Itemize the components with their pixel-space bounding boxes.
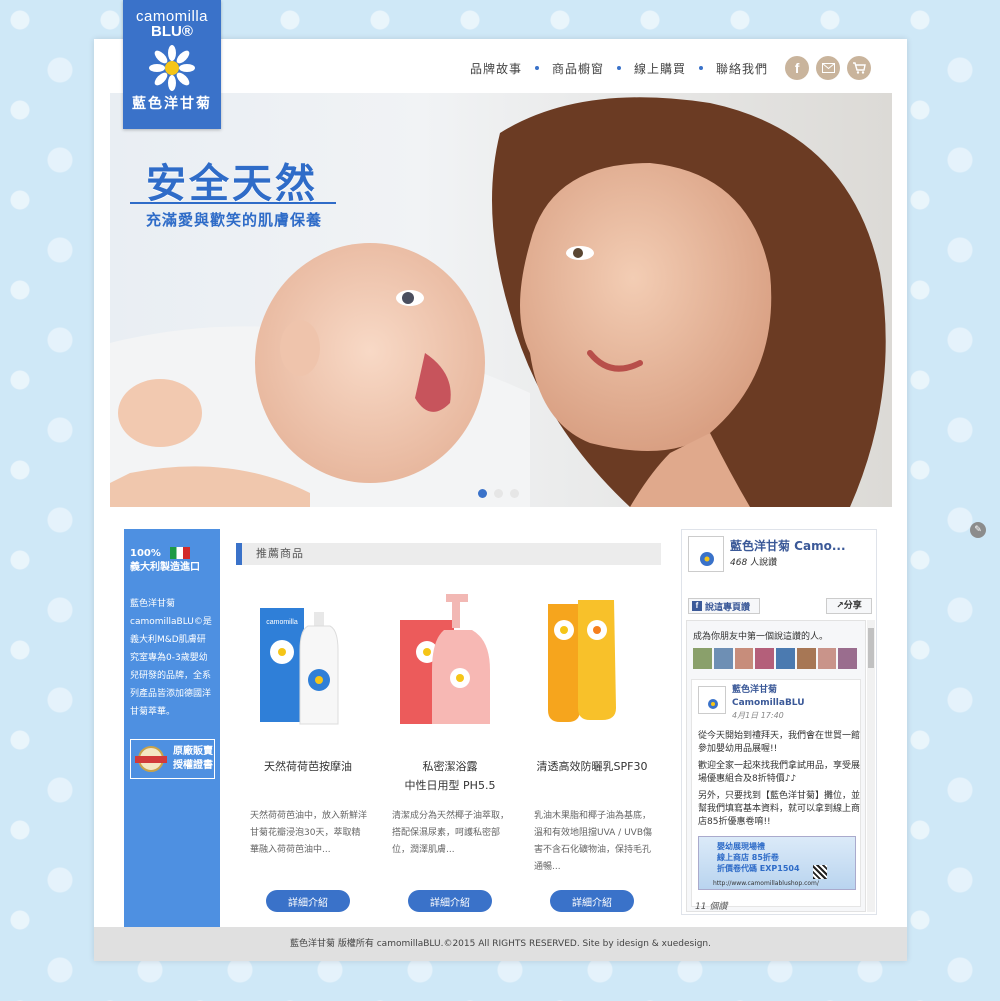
hero-title-underline xyxy=(130,202,336,204)
logo-text-blu: BLU® xyxy=(151,23,193,40)
product-description: 乳油木果脂和椰子油為基底，溫和有效地阻擋UVA / UVB傷害不含石化礦物油，保… xyxy=(534,811,652,872)
product-details-button[interactable]: 詳細介紹 xyxy=(266,890,350,912)
hero-slider[interactable]: 安全天然 充滿愛與歡笑的肌膚保養 xyxy=(110,93,892,507)
slider-dot-1[interactable] xyxy=(478,489,487,498)
share-widget-icon[interactable]: ✎ xyxy=(970,522,986,538)
product-card: camomilla 天然荷荷芭按摩油 天然荷荷芭油中，放入新鮮洋甘菊花瓣浸泡30… xyxy=(238,590,378,912)
footer-copyright: 藍色洋甘菊 版權所有 camomillaBLU.©2015 All RIGHTS… xyxy=(94,927,907,961)
fb-share-button[interactable]: ↗分享 xyxy=(826,598,872,614)
fb-post-likes: 11 個讚 xyxy=(695,902,728,912)
fb-post-author-line1: 藍色洋甘菊 xyxy=(732,685,778,695)
product-details-button[interactable]: 詳細介紹 xyxy=(550,890,634,912)
product-card: 清透高效防曬乳SPF30 乳油木果脂和椰子油為基底，溫和有效地阻擋UVA / U… xyxy=(522,590,662,912)
product-name-line1: 私密潔浴露 xyxy=(422,760,478,773)
fb-post: 藍色洋甘菊 CamomillaBLU 4月1日 17:40 從今天開始到禮拜天，… xyxy=(691,679,861,907)
fb-friend-avatars xyxy=(687,642,865,669)
friend-avatar[interactable] xyxy=(755,648,774,669)
product-name: 清透高效防曬乳SPF30 xyxy=(522,757,662,795)
fb-post-text: 從今天開始到禮拜天，我們會在世貿一館參加嬰幼用品展喔!! 歡迎全家一起來找我們拿… xyxy=(698,730,860,833)
fb-page-avatar[interactable] xyxy=(688,536,724,572)
mail-icon[interactable] xyxy=(816,56,841,80)
fb-post-paragraph-2: 歡迎全家一起來找我們拿試用品，享受展場優惠組合及8折特價♪♪ xyxy=(698,761,861,784)
brand-logo[interactable]: camomilla BLU® 藍色洋甘菊 xyxy=(123,0,221,129)
side-heading-percent: 100% xyxy=(130,548,161,559)
facebook-page-widget: 藍色洋甘菊 Camo... 468 人說讚 f 說這專頁讚 ↗分享 成為你朋友中… xyxy=(681,529,877,915)
friend-avatar[interactable] xyxy=(776,648,795,669)
product-description: 清潔成分為天然椰子油萃取，搭配保濕尿素，呵護私密部位，潤澤肌膚... xyxy=(392,811,510,855)
product-name-line1: 清透高效防曬乳SPF30 xyxy=(536,760,648,773)
product-image-sunscreen[interactable] xyxy=(522,590,662,730)
nav-separator xyxy=(617,66,622,70)
slider-dots xyxy=(478,489,526,498)
fb-share-label: 分享 xyxy=(843,601,862,611)
hero-subtitle: 充滿愛與歡笑的肌膚保養 xyxy=(146,211,323,229)
side-description: 藍色洋甘菊camomillaBLU©是義大利M&D肌膚研究室專為0-3歲嬰幼兒研… xyxy=(130,599,212,717)
slider-dot-3[interactable] xyxy=(510,489,519,498)
cart-icon[interactable] xyxy=(847,56,872,80)
hero-title: 安全天然 xyxy=(146,161,318,207)
authorization-certificate-button[interactable]: 原廠販賣 授權證書 xyxy=(130,739,215,779)
fb-post-date: 4月1日 17:40 xyxy=(732,711,784,720)
banner-line1: 嬰幼展現場禮 xyxy=(717,842,765,851)
product-name-line2: 中性日用型 PH5.5 xyxy=(404,779,496,792)
nav-item-shop[interactable]: 線上購買 xyxy=(634,60,686,77)
nav-separator xyxy=(699,66,704,70)
fb-like-suffix: 人說讚 xyxy=(750,558,778,568)
product-details-button[interactable]: 詳細介紹 xyxy=(408,890,492,912)
facebook-icon: f xyxy=(692,601,702,611)
daisy-icon xyxy=(149,45,195,91)
banner-line3: 折價卷代碼 EXP1504 xyxy=(717,864,800,873)
certificate-seal-icon xyxy=(135,746,167,772)
slider-dot-2[interactable] xyxy=(494,489,503,498)
main-nav: 品牌故事 商品櫥窗 線上購買 聯絡我們 f xyxy=(470,54,872,82)
nav-item-products[interactable]: 商品櫥窗 xyxy=(552,60,604,77)
friend-avatar[interactable] xyxy=(734,648,754,669)
product-card: 私密潔浴露 中性日用型 PH5.5 清潔成分為天然椰子油萃取，搭配保濕尿素，呵護… xyxy=(380,590,520,912)
fb-like-page-label: 說這專頁讚 xyxy=(705,602,751,613)
fb-post-author[interactable]: 藍色洋甘菊 CamomillaBLU xyxy=(732,684,805,710)
scrollbar-thumb[interactable] xyxy=(868,628,874,668)
fb-like-count: 468 人說讚 xyxy=(730,555,777,568)
banner-line2: 線上商店 85折卷 xyxy=(717,853,779,862)
friend-avatar[interactable] xyxy=(796,648,816,669)
friend-avatar[interactable] xyxy=(693,648,712,669)
fb-post-avatar[interactable] xyxy=(698,686,726,714)
nav-item-brand-story[interactable]: 品牌故事 xyxy=(470,60,522,77)
fb-post-paragraph-3: 另外，只要找到【藍色洋甘菊】攤位，並幫我們填寫基本資料，就可以拿到線上商店85折… xyxy=(698,791,861,827)
qr-code-icon xyxy=(813,865,827,879)
share-arrow-icon: ↗ xyxy=(836,601,844,611)
fb-friends-text: 成為你朋友中第一個說這讚的人。 xyxy=(693,632,829,642)
fb-post-paragraph-1: 從今天開始到禮拜天，我們會在世貿一館參加嬰幼用品展喔!! xyxy=(698,731,861,754)
featured-products-heading: 推薦商品 xyxy=(236,543,661,565)
fb-feed-scrollbar[interactable] xyxy=(867,620,875,912)
side-info-panel: 100% 義大利製造進口 藍色洋甘菊camomillaBLU©是義大利M&D肌膚… xyxy=(124,529,220,927)
fb-like-page-button[interactable]: f 說這專頁讚 xyxy=(688,598,760,614)
fb-feed[interactable]: 成為你朋友中第一個說這讚的人。 藍色洋甘菊 CamomillaBLU 4月1日 … xyxy=(686,620,866,912)
fb-page-title[interactable]: 藍色洋甘菊 Camo... xyxy=(730,537,846,554)
side-heading: 100% 義大利製造進口 xyxy=(124,529,220,575)
product-name-line1: 天然荷荷芭按摩油 xyxy=(264,760,352,773)
friend-avatar[interactable] xyxy=(838,648,857,669)
product-image-massage-oil[interactable]: camomilla xyxy=(238,590,378,730)
fb-like-number: 468 xyxy=(730,558,748,568)
friend-avatar[interactable] xyxy=(817,648,837,669)
nav-separator xyxy=(535,66,540,70)
logo-text-name: 藍色洋甘菊 xyxy=(132,96,212,112)
cert-label-line1: 原廠販賣 xyxy=(173,746,213,757)
product-image-intimate-wash[interactable] xyxy=(380,590,520,730)
banner-url: http://www.camomillablushop.com/ xyxy=(713,880,819,887)
product-description: 天然荷荷芭油中，放入新鮮洋甘菊花瓣浸泡30天，萃取精華融入荷荷芭油中... xyxy=(250,811,368,855)
facebook-icon[interactable]: f xyxy=(785,56,810,80)
svg-text:camomilla: camomilla xyxy=(266,619,298,626)
fb-post-image[interactable]: 嬰幼展現場禮 線上商店 85折卷 折價卷代碼 EXP1504 http://ww… xyxy=(698,836,856,890)
side-heading-made-in-italy: 義大利製造進口 xyxy=(130,562,200,573)
product-name: 私密潔浴露 中性日用型 PH5.5 xyxy=(380,757,520,795)
italy-flag-icon xyxy=(170,547,191,559)
product-name: 天然荷荷芭按摩油 xyxy=(238,757,378,795)
nav-item-contact[interactable]: 聯絡我們 xyxy=(716,60,768,77)
cert-label-line2: 授權證書 xyxy=(173,760,213,771)
friend-avatar[interactable] xyxy=(713,648,733,669)
fb-post-author-line2: CamomillaBLU xyxy=(732,698,805,708)
